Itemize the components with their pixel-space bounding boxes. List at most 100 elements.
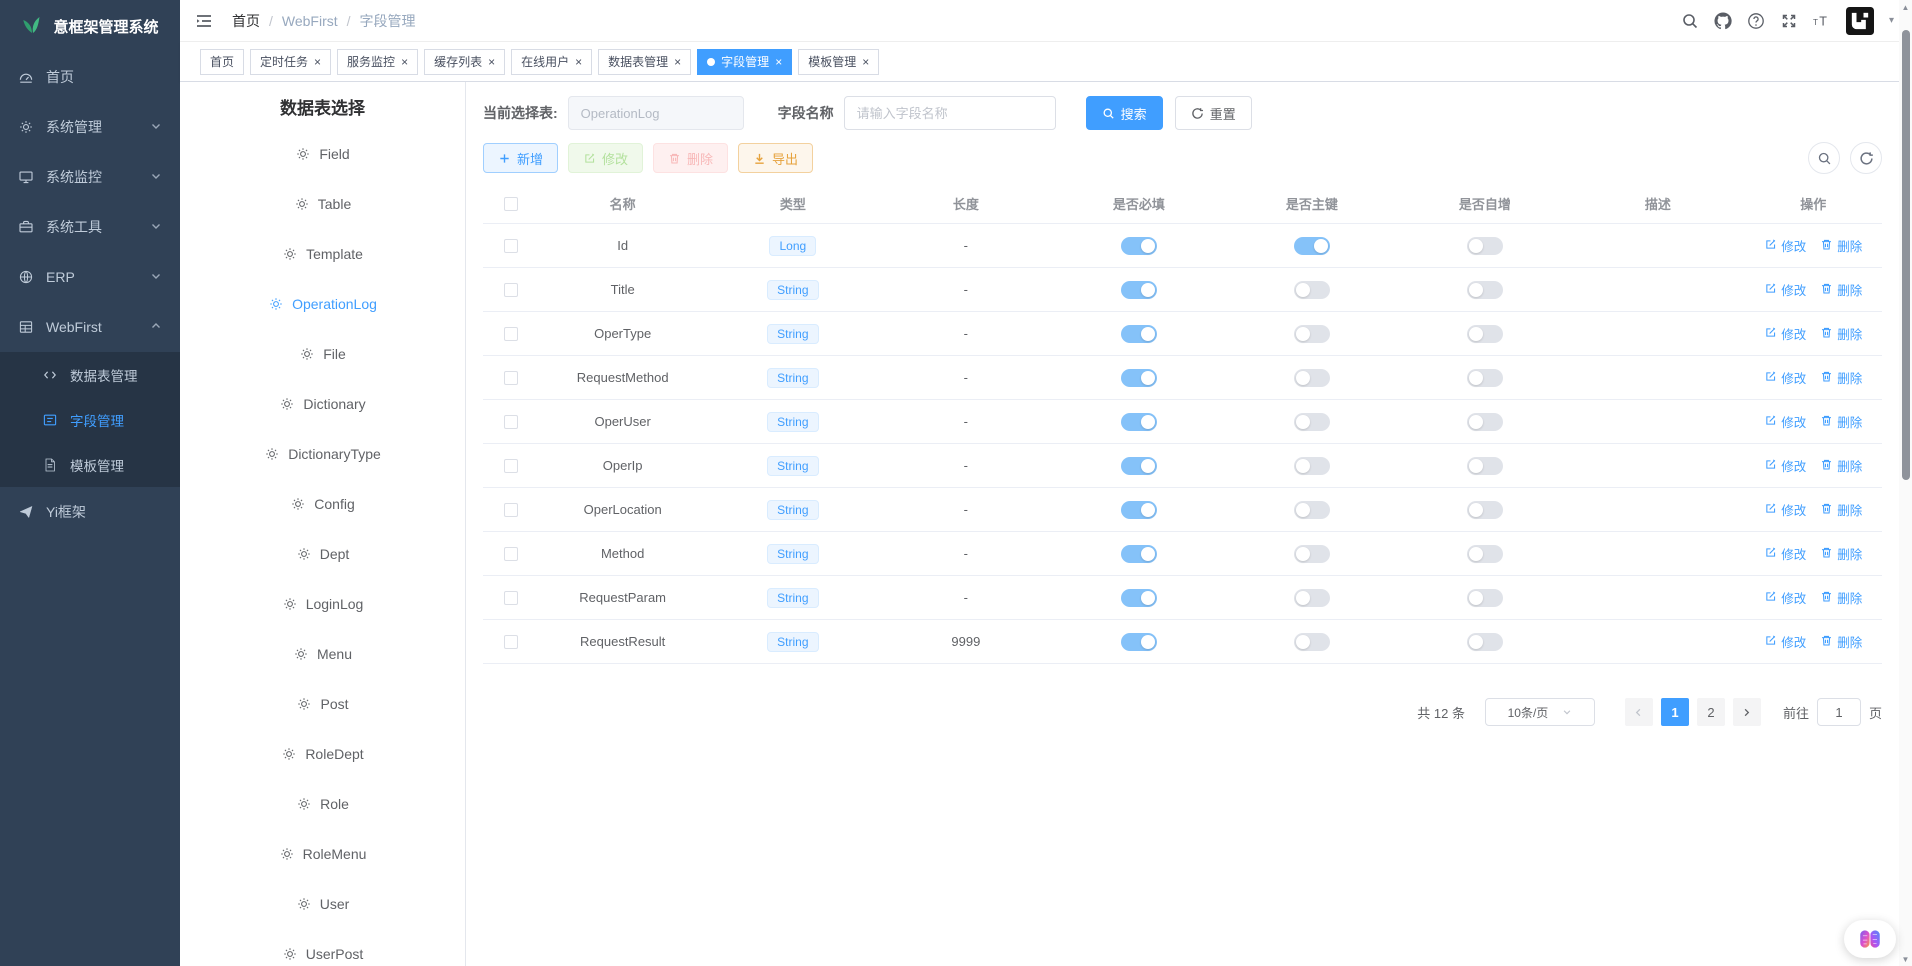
tree-item-DictionaryType[interactable]: DictionaryType bbox=[180, 429, 465, 479]
sidebar-item-字段管理[interactable]: 字段管理 bbox=[0, 397, 180, 442]
row-checkbox[interactable] bbox=[504, 547, 518, 561]
edit-row-link[interactable]: 修改 bbox=[1764, 236, 1806, 255]
tab-close-icon[interactable]: × bbox=[775, 56, 782, 68]
scrollbar-thumb[interactable] bbox=[1902, 30, 1910, 480]
auto-increment-toggle[interactable] bbox=[1467, 457, 1503, 475]
prev-page-button[interactable] bbox=[1625, 698, 1653, 726]
edit-row-link[interactable]: 修改 bbox=[1764, 456, 1806, 475]
sidebar-item-WebFirst[interactable]: WebFirst bbox=[0, 302, 180, 352]
required-toggle[interactable] bbox=[1121, 237, 1157, 255]
row-checkbox[interactable] bbox=[504, 635, 518, 649]
auto-increment-toggle[interactable] bbox=[1467, 369, 1503, 387]
tree-item-Table[interactable]: Table bbox=[180, 179, 465, 229]
tree-item-RoleDept[interactable]: RoleDept bbox=[180, 729, 465, 779]
row-checkbox[interactable] bbox=[504, 239, 518, 253]
font-size-icon[interactable]: TT bbox=[1813, 12, 1831, 30]
primary-key-toggle[interactable] bbox=[1294, 413, 1330, 431]
show-search-icon[interactable] bbox=[1808, 142, 1840, 174]
page-size-select[interactable]: 10条/页 bbox=[1485, 698, 1595, 726]
tab-在线用户[interactable]: 在线用户× bbox=[511, 49, 592, 75]
row-checkbox[interactable] bbox=[504, 415, 518, 429]
primary-key-toggle[interactable] bbox=[1294, 545, 1330, 563]
tree-item-LoginLog[interactable]: LoginLog bbox=[180, 579, 465, 629]
auto-increment-toggle[interactable] bbox=[1467, 545, 1503, 563]
sidebar-item-Yi框架[interactable]: Yi框架 bbox=[0, 487, 180, 537]
delete-row-link[interactable]: 删除 bbox=[1820, 412, 1862, 431]
primary-key-toggle[interactable] bbox=[1294, 457, 1330, 475]
delete-row-link[interactable]: 删除 bbox=[1820, 588, 1862, 607]
tree-item-Field[interactable]: Field bbox=[180, 129, 465, 179]
auto-increment-toggle[interactable] bbox=[1467, 325, 1503, 343]
ai-assistant-button[interactable] bbox=[1844, 920, 1896, 958]
field-name-input[interactable] bbox=[844, 96, 1056, 130]
delete-row-link[interactable]: 删除 bbox=[1820, 368, 1862, 387]
delete-row-link[interactable]: 删除 bbox=[1820, 280, 1862, 299]
edit-row-link[interactable]: 修改 bbox=[1764, 588, 1806, 607]
next-page-button[interactable] bbox=[1733, 698, 1761, 726]
search-icon[interactable] bbox=[1681, 12, 1699, 30]
tree-item-Menu[interactable]: Menu bbox=[180, 629, 465, 679]
sidebar-item-系统管理[interactable]: 系统管理 bbox=[0, 102, 180, 152]
app-logo[interactable]: 意框架管理系统 bbox=[0, 0, 180, 52]
required-toggle[interactable] bbox=[1121, 457, 1157, 475]
auto-increment-toggle[interactable] bbox=[1467, 281, 1503, 299]
row-checkbox[interactable] bbox=[504, 327, 518, 341]
tab-字段管理[interactable]: 字段管理× bbox=[697, 49, 792, 75]
required-toggle[interactable] bbox=[1121, 413, 1157, 431]
refresh-icon[interactable] bbox=[1850, 142, 1882, 174]
auto-increment-toggle[interactable] bbox=[1467, 237, 1503, 255]
tab-模板管理[interactable]: 模板管理× bbox=[798, 49, 879, 75]
auto-increment-toggle[interactable] bbox=[1467, 589, 1503, 607]
vertical-scrollbar[interactable]: ▲ ▼ bbox=[1899, 0, 1912, 966]
tree-item-RoleMenu[interactable]: RoleMenu bbox=[180, 829, 465, 879]
edit-row-link[interactable]: 修改 bbox=[1764, 500, 1806, 519]
auto-increment-toggle[interactable] bbox=[1467, 413, 1503, 431]
tab-close-icon[interactable]: × bbox=[314, 56, 321, 68]
select-all-checkbox[interactable] bbox=[504, 197, 518, 211]
edit-row-link[interactable]: 修改 bbox=[1764, 632, 1806, 651]
tree-item-User[interactable]: User bbox=[180, 879, 465, 929]
tree-item-Dictionary[interactable]: Dictionary bbox=[180, 379, 465, 429]
tab-缓存列表[interactable]: 缓存列表× bbox=[424, 49, 505, 75]
tab-首页[interactable]: 首页 bbox=[200, 49, 244, 75]
export-button[interactable]: 导出 bbox=[738, 143, 813, 173]
auto-increment-toggle[interactable] bbox=[1467, 501, 1503, 519]
primary-key-toggle[interactable] bbox=[1294, 501, 1330, 519]
goto-page-input[interactable] bbox=[1817, 698, 1861, 726]
delete-row-link[interactable]: 删除 bbox=[1820, 500, 1862, 519]
tab-close-icon[interactable]: × bbox=[674, 56, 681, 68]
tab-服务监控[interactable]: 服务监控× bbox=[337, 49, 418, 75]
primary-key-toggle[interactable] bbox=[1294, 589, 1330, 607]
delete-row-link[interactable]: 删除 bbox=[1820, 236, 1862, 255]
reset-button[interactable]: 重置 bbox=[1175, 96, 1252, 130]
required-toggle[interactable] bbox=[1121, 325, 1157, 343]
delete-row-link[interactable]: 删除 bbox=[1820, 324, 1862, 343]
sidebar-item-ERP[interactable]: ERP bbox=[0, 252, 180, 302]
auto-increment-toggle[interactable] bbox=[1467, 633, 1503, 651]
sidebar-item-系统工具[interactable]: 系统工具 bbox=[0, 202, 180, 252]
search-button[interactable]: 搜索 bbox=[1086, 96, 1163, 130]
primary-key-toggle[interactable] bbox=[1294, 281, 1330, 299]
tab-数据表管理[interactable]: 数据表管理× bbox=[598, 49, 691, 75]
required-toggle[interactable] bbox=[1121, 369, 1157, 387]
tab-close-icon[interactable]: × bbox=[401, 56, 408, 68]
tree-item-UserPost[interactable]: UserPost bbox=[180, 929, 465, 966]
row-checkbox[interactable] bbox=[504, 503, 518, 517]
help-icon[interactable] bbox=[1747, 12, 1765, 30]
add-button[interactable]: 新增 bbox=[483, 143, 558, 173]
edit-row-link[interactable]: 修改 bbox=[1764, 280, 1806, 299]
tab-定时任务[interactable]: 定时任务× bbox=[250, 49, 331, 75]
row-checkbox[interactable] bbox=[504, 459, 518, 473]
row-checkbox[interactable] bbox=[504, 591, 518, 605]
row-checkbox[interactable] bbox=[504, 283, 518, 297]
edit-button[interactable]: 修改 bbox=[568, 143, 643, 173]
required-toggle[interactable] bbox=[1121, 501, 1157, 519]
primary-key-toggle[interactable] bbox=[1294, 237, 1330, 255]
edit-row-link[interactable]: 修改 bbox=[1764, 412, 1806, 431]
tree-item-Template[interactable]: Template bbox=[180, 229, 465, 279]
tree-item-Post[interactable]: Post bbox=[180, 679, 465, 729]
avatar-caret-icon[interactable]: ▾ bbox=[1889, 15, 1894, 26]
required-toggle[interactable] bbox=[1121, 281, 1157, 299]
avatar[interactable] bbox=[1846, 7, 1874, 35]
primary-key-toggle[interactable] bbox=[1294, 633, 1330, 651]
